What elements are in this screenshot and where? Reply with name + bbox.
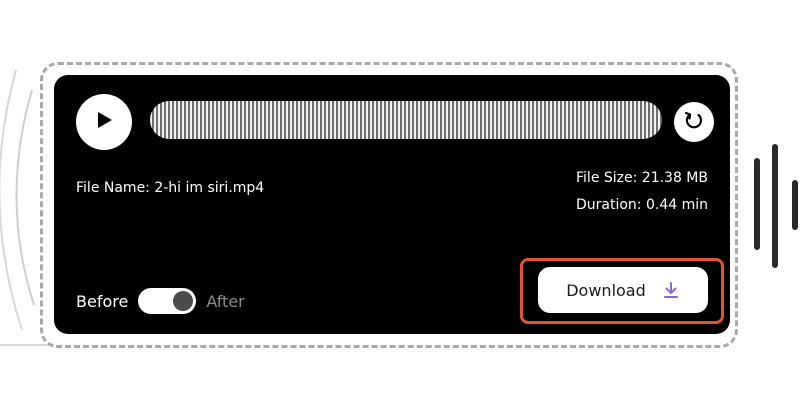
after-label: After xyxy=(206,291,245,311)
file-size: File Size: 21.38 MB xyxy=(576,170,708,186)
reset-button[interactable] xyxy=(674,102,714,142)
before-after-switch[interactable] xyxy=(138,288,197,314)
reset-icon xyxy=(682,108,706,136)
download-label: Download xyxy=(566,280,646,300)
before-after-toggle: Before After xyxy=(76,288,245,314)
before-label: Before xyxy=(76,291,129,311)
download-button[interactable]: Download xyxy=(538,267,708,313)
file-name: File Name: 2-hi im siri.mp4 xyxy=(76,180,265,196)
audio-waveform[interactable] xyxy=(150,101,662,139)
play-button[interactable] xyxy=(76,94,132,150)
duration: Duration: 0.44 min xyxy=(576,197,708,213)
sound-bars-decoration xyxy=(752,140,800,270)
download-icon xyxy=(662,281,680,299)
play-icon xyxy=(94,110,114,134)
switch-knob xyxy=(173,291,194,311)
